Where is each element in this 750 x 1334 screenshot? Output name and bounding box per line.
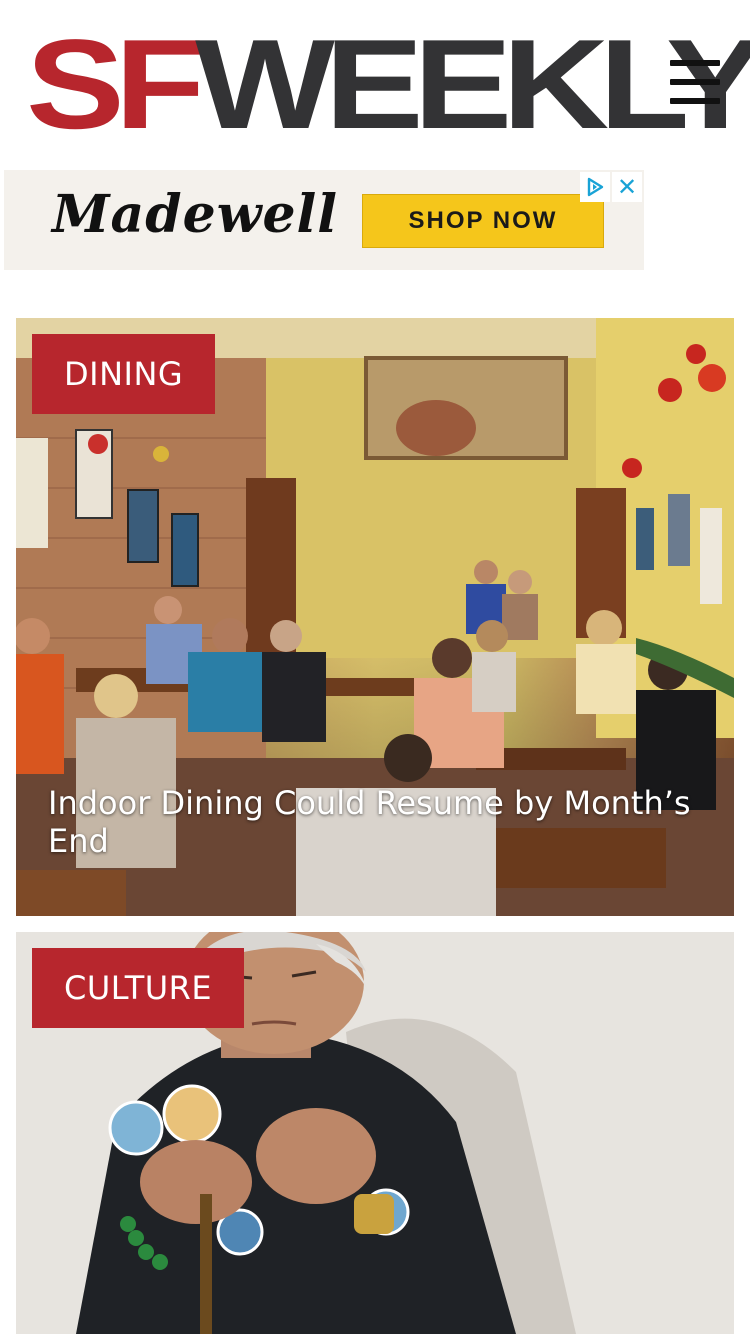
article-card-culture[interactable]: CULTURE	[16, 932, 734, 1334]
menu-bar	[670, 60, 720, 66]
hamburger-menu-icon[interactable]	[666, 54, 724, 110]
menu-bar	[670, 79, 720, 85]
sf-weekly-logo[interactable]: SF WEEKLY	[26, 21, 750, 148]
close-icon[interactable]: ✕	[612, 172, 642, 202]
ad-brand-logo: Madewell	[52, 184, 339, 245]
article-headline[interactable]: Indoor Dining Could Resume by Month’s En…	[48, 784, 708, 860]
category-tag-culture[interactable]: CULTURE	[32, 948, 245, 1028]
adchoices-icon[interactable]	[580, 172, 610, 202]
ad-banner[interactable]: Madewell SHOP NOW ✕	[4, 170, 644, 270]
article-card-dining[interactable]: DINING Indoor Dining Could Resume by Mon…	[16, 318, 734, 916]
category-tag-dining[interactable]: DINING	[32, 334, 216, 414]
adchoices-play-icon	[587, 177, 604, 197]
logo-sf: SF	[26, 13, 205, 156]
menu-bar	[670, 98, 720, 104]
site-header: SF WEEKLY	[0, 0, 750, 160]
shop-now-button[interactable]: SHOP NOW	[362, 194, 604, 248]
